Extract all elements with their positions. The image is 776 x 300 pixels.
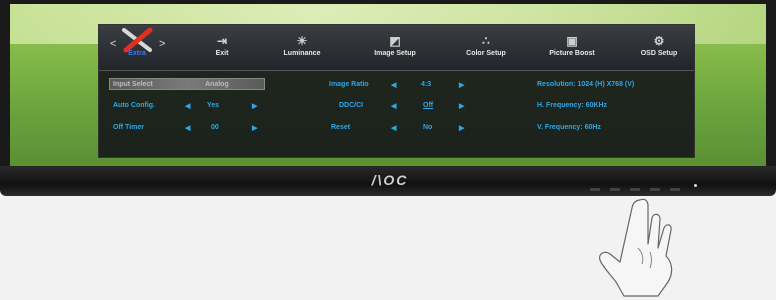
auto-config-label[interactable]: Auto Config. xyxy=(113,102,155,109)
brand-logo: /\OC xyxy=(371,172,409,188)
input-select-value[interactable]: Analog xyxy=(205,81,229,88)
reset-arrow-left[interactable]: ◀ xyxy=(391,124,396,132)
tab-color-setup-label: Color Setup xyxy=(466,50,506,57)
image-setup-icon: ◩ xyxy=(389,34,401,48)
power-led xyxy=(694,184,697,187)
image-ratio-arrow-left[interactable]: ◀ xyxy=(391,81,396,89)
off-timer-arrow-left[interactable]: ◀ xyxy=(185,124,190,132)
ddcci-arrow-left[interactable]: ◀ xyxy=(391,102,396,110)
tab-luminance-label: Luminance xyxy=(283,50,321,57)
reset-arrow-right[interactable]: ▶ xyxy=(459,124,464,132)
reset-label[interactable]: Reset xyxy=(331,124,350,131)
monitor-button-3[interactable] xyxy=(630,188,640,191)
osd-setup-icon: ⚙ xyxy=(653,34,665,48)
tab-arrow-left[interactable]: < xyxy=(110,38,116,50)
tab-luminance[interactable]: ☀ Luminance xyxy=(274,25,330,71)
off-timer-value: 00 xyxy=(211,124,219,131)
auto-config-arrow-left[interactable]: ◀ xyxy=(185,102,190,110)
bezel-left xyxy=(0,0,10,175)
tab-color-setup[interactable]: ∴ Color Setup xyxy=(456,25,516,71)
bezel-right xyxy=(766,0,776,175)
off-timer-label[interactable]: Off Timer xyxy=(113,124,144,131)
monitor-button-5[interactable] xyxy=(670,188,680,191)
osd-body: Input Select Analog Auto Config. ◀ Yes ▶… xyxy=(99,72,694,158)
h-frequency-info: H. Frequency: 60KHz xyxy=(537,102,608,109)
tools-icon xyxy=(117,27,157,53)
monitor: /\OC < > Extra ⇥ Exit ☀ Luminance ◩ Imag… xyxy=(0,0,776,200)
tab-arrow-right[interactable]: > xyxy=(159,38,165,50)
tab-exit-label: Exit xyxy=(215,50,229,57)
auto-config-value: Yes xyxy=(207,102,220,109)
auto-config-arrow-right[interactable]: ▶ xyxy=(252,102,257,110)
ddcci-label[interactable]: DDC/CI xyxy=(339,102,363,109)
tab-image-setup-label: Image Setup xyxy=(374,50,416,57)
exit-icon: ⇥ xyxy=(216,34,228,48)
image-ratio-label[interactable]: Image Ratio xyxy=(329,81,369,88)
color-setup-icon: ∴ xyxy=(482,34,490,48)
ddcci-arrow-right[interactable]: ▶ xyxy=(459,102,464,110)
tab-extra[interactable]: Extra xyxy=(117,25,157,71)
pointing-hand-illustration xyxy=(580,196,690,300)
image-ratio-value: 4:3 xyxy=(421,81,432,88)
tab-exit[interactable]: ⇥ Exit xyxy=(202,25,242,71)
v-frequency-info: V. Frequency: 60Hz xyxy=(537,124,601,131)
image-ratio-arrow-right[interactable]: ▶ xyxy=(459,81,464,89)
tab-osd-setup-label: OSD Setup xyxy=(640,50,678,57)
sun-icon: ☀ xyxy=(296,34,308,48)
reset-value: No xyxy=(423,124,433,131)
tab-picture-boost[interactable]: ▣ Picture Boost xyxy=(542,25,602,71)
ddcci-value: Off xyxy=(423,102,434,109)
monitor-button-2[interactable] xyxy=(610,188,620,191)
tab-osd-setup[interactable]: ⚙ OSD Setup xyxy=(631,25,687,71)
osd-tab-bar: < > Extra ⇥ Exit ☀ Luminance ◩ Image Set… xyxy=(99,25,694,71)
bezel-top xyxy=(0,0,776,4)
tab-picture-boost-label: Picture Boost xyxy=(549,50,595,57)
tab-image-setup[interactable]: ◩ Image Setup xyxy=(365,25,425,71)
monitor-button-1[interactable] xyxy=(590,188,600,191)
resolution-info: Resolution: 1024 (H) X768 (V) xyxy=(537,81,635,88)
monitor-button-4[interactable] xyxy=(650,188,660,191)
osd-menu: < > Extra ⇥ Exit ☀ Luminance ◩ Image Set… xyxy=(98,24,695,158)
input-select-label[interactable]: Input Select xyxy=(113,81,153,88)
picture-boost-icon: ▣ xyxy=(566,34,578,48)
off-timer-arrow-right[interactable]: ▶ xyxy=(252,124,257,132)
